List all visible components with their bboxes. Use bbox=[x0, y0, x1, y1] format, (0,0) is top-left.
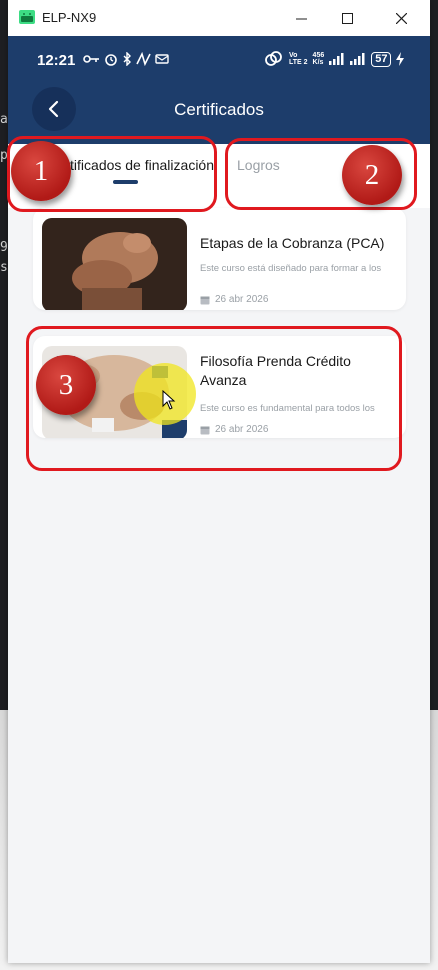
hand-knocking-image bbox=[42, 218, 187, 310]
status-icons-right: Vo LTE 2 456 K/s 57 bbox=[264, 51, 405, 67]
mail-icon bbox=[155, 54, 169, 64]
status-icons-left bbox=[83, 52, 169, 66]
network-type: Vo LTE 2 bbox=[289, 52, 308, 66]
window-title: ELP-NX9 bbox=[42, 10, 97, 25]
close-button[interactable] bbox=[378, 0, 424, 36]
background-code-fragment: 9 bbox=[0, 240, 8, 255]
course-card[interactable]: Etapas de la Cobranza (PCA) Este curso e… bbox=[33, 208, 406, 310]
annotation-badge-2: 2 bbox=[342, 145, 402, 205]
course-date: 26 abr 2026 bbox=[200, 294, 268, 305]
page-title: Certificados bbox=[174, 100, 264, 119]
maximize-button[interactable] bbox=[324, 0, 370, 36]
minimize-icon bbox=[295, 18, 307, 19]
course-title: Etapas de la Cobranza (PCA) bbox=[200, 235, 385, 251]
annotation-badge-3: 3 bbox=[36, 355, 96, 415]
signal-icon-2 bbox=[350, 53, 365, 65]
status-time: 12:21 bbox=[37, 52, 76, 69]
nfc-icon bbox=[136, 52, 151, 66]
annotation-badge-1: 1 bbox=[11, 141, 71, 201]
mouse-cursor-icon bbox=[162, 390, 176, 410]
minimize-button[interactable] bbox=[278, 0, 324, 36]
alarm-icon bbox=[105, 54, 117, 66]
app-header: 12:21 Vo LTE 2 456 K/s 57 Certificados bbox=[8, 36, 430, 144]
course-description: Este curso está diseñado para formar a l… bbox=[200, 263, 382, 274]
bluetooth-icon bbox=[123, 52, 131, 66]
course-thumbnail bbox=[42, 218, 187, 310]
network-speed: 456 K/s bbox=[312, 52, 325, 66]
charging-icon bbox=[396, 52, 405, 66]
signal-icon bbox=[329, 53, 344, 65]
window-titlebar[interactable]: ELP-NX9 bbox=[8, 0, 430, 36]
calendar-icon bbox=[200, 296, 210, 304]
battery-level: 57 bbox=[371, 51, 392, 67]
maximize-icon bbox=[341, 12, 353, 24]
hotspot-link-icon bbox=[265, 51, 282, 66]
background-code-fragment: a bbox=[0, 112, 8, 127]
background-code-fragment: s bbox=[0, 260, 8, 275]
key-icon bbox=[83, 55, 99, 63]
android-app-icon bbox=[19, 10, 35, 24]
close-icon bbox=[395, 12, 407, 24]
